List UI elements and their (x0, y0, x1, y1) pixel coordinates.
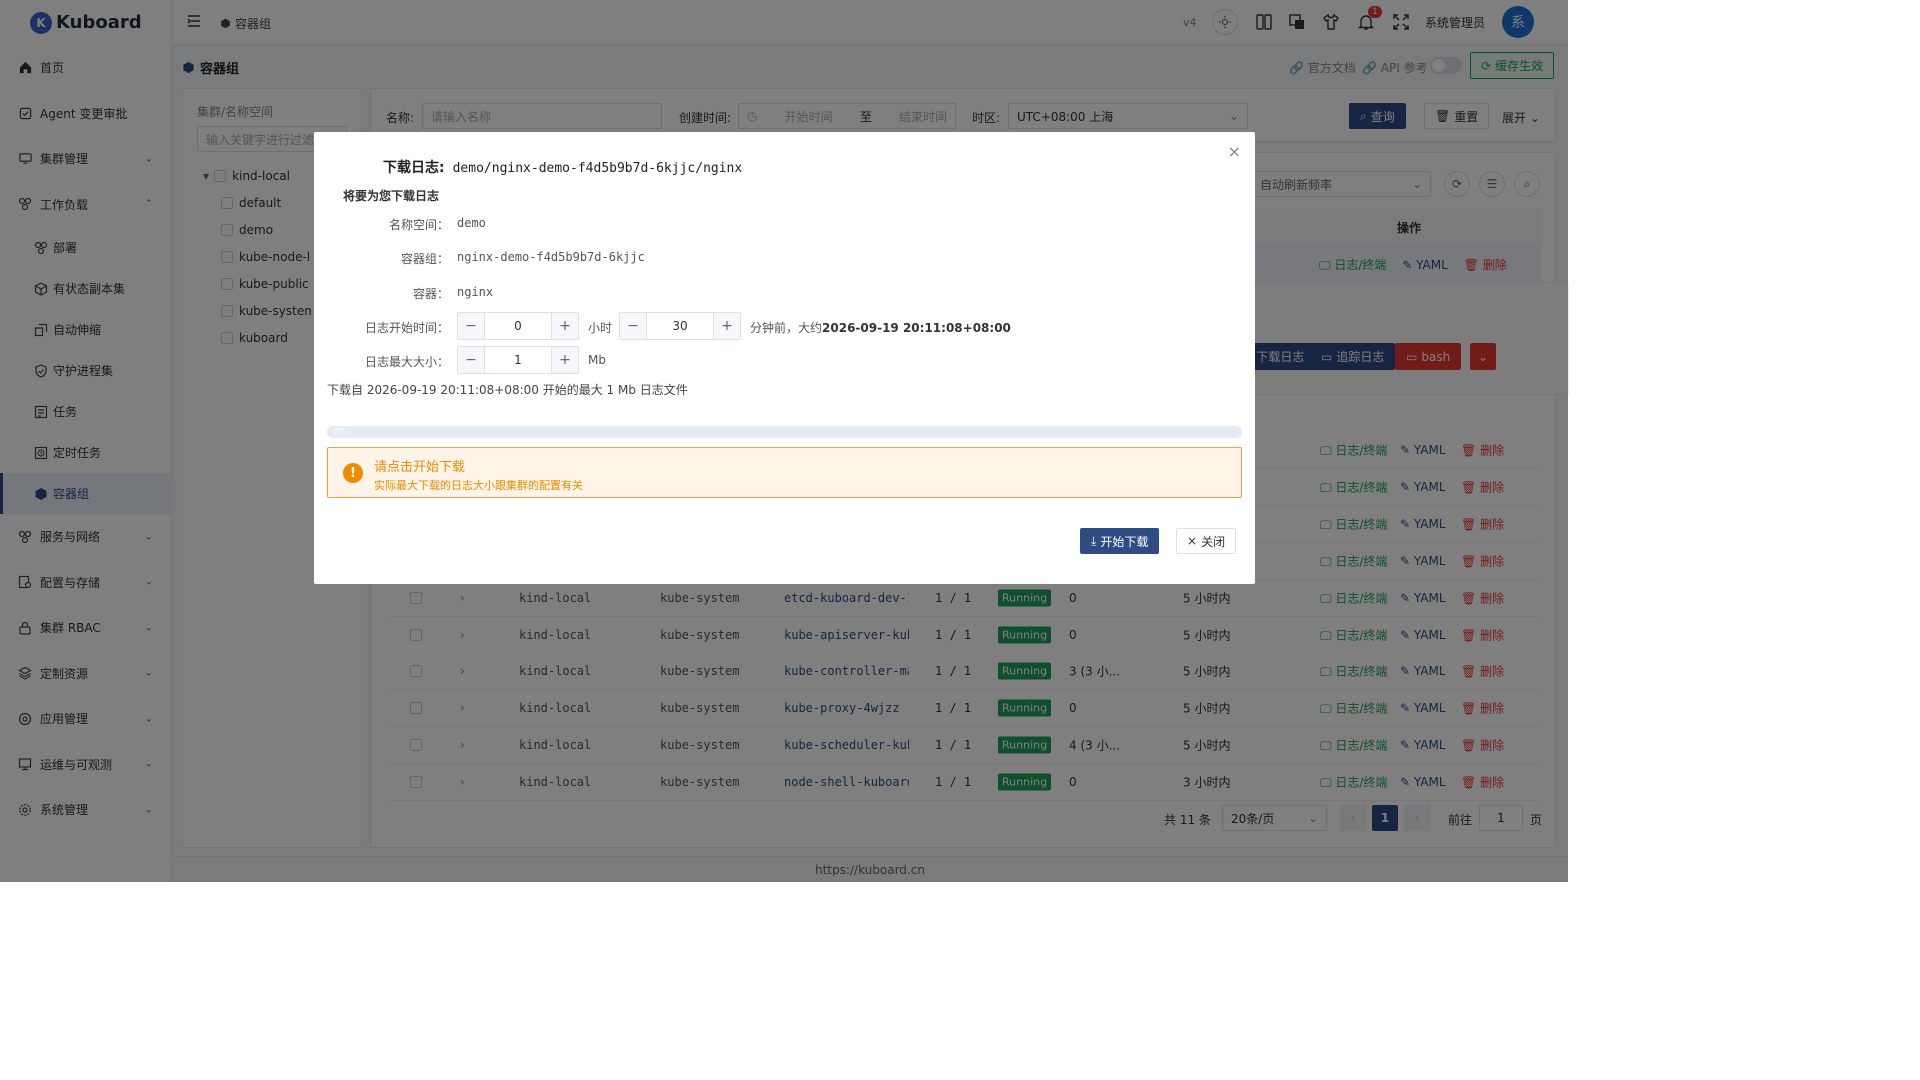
dialog-title: 下载日志: demo/nginx-demo-f4d5b9b7d-6kjjc/ng… (383, 157, 742, 177)
approx-time: 2026-09-19 20:11:08+08:00 (822, 321, 1011, 335)
decrement-button[interactable]: − (458, 313, 485, 339)
increment-button[interactable]: + (551, 313, 578, 339)
namespace-label: 名称空间： (388, 218, 449, 232)
progress-bar: 0% (327, 426, 1242, 438)
max-size-label: 日志最大大小： (364, 355, 449, 369)
dialog-title-path: demo/nginx-demo-f4d5b9b7d-6kjjc/nginx (452, 161, 743, 176)
dialog-title-label: 下载日志: (383, 160, 445, 176)
increment-button[interactable]: + (551, 347, 578, 373)
download-summary: 下载自 2026-09-19 20:11:08+08:00 开始的最大 1 Mb… (327, 383, 688, 397)
download-log-dialog: × 下载日志: demo/nginx-demo-f4d5b9b7d-6kjjc/… (314, 132, 1255, 584)
size-stepper[interactable]: − 1 + (457, 346, 579, 374)
decrement-button[interactable]: − (458, 347, 485, 373)
pod-value: nginx-demo-f4d5b9b7d-6kjjc (457, 250, 645, 264)
decrement-button[interactable]: − (620, 313, 647, 339)
container-value: nginx (457, 285, 494, 299)
hours-stepper[interactable]: − 0 + (457, 312, 579, 340)
warning-alert: ! 请点击开始下载 实际最大下载的日志大小跟集群的配置有关 (327, 447, 1242, 498)
close-icon[interactable]: × (1228, 142, 1241, 161)
alert-description: 实际最大下载的日志大小跟集群的配置有关 (374, 479, 583, 492)
namespace-value: demo (457, 216, 486, 230)
approx-time-text: 分钟前，大约2026-09-19 20:11:08+08:00 (750, 319, 1011, 336)
pod-label: 容器组： (400, 252, 449, 266)
start-download-label: 开始下载 (1100, 534, 1149, 549)
increment-button[interactable]: + (713, 313, 740, 339)
minutes-suffix: 分钟前，大约 (750, 321, 823, 335)
minutes-value[interactable]: 30 (647, 319, 713, 333)
close-dialog-label: 关闭 (1201, 534, 1226, 549)
alert-title: 请点击开始下载 (374, 460, 466, 475)
warning-icon: ! (343, 463, 363, 483)
close-dialog-button[interactable]: × 关闭 (1176, 528, 1237, 554)
dialog-subtitle: 将要为您下载日志 (343, 189, 440, 203)
hours-unit: 小时 (588, 321, 613, 335)
download-icon: ⤓ (1091, 533, 1097, 548)
progress-text: 0% (333, 427, 346, 436)
size-unit: Mb (588, 353, 606, 367)
container-label: 容器： (412, 287, 449, 301)
start-download-button[interactable]: ⤓ 开始下载 (1080, 528, 1160, 554)
close-icon: × (1187, 534, 1198, 548)
size-value[interactable]: 1 (485, 353, 551, 367)
hours-value[interactable]: 0 (485, 319, 551, 333)
start-time-label: 日志开始时间： (364, 321, 449, 335)
minutes-stepper[interactable]: − 30 + (619, 312, 741, 340)
